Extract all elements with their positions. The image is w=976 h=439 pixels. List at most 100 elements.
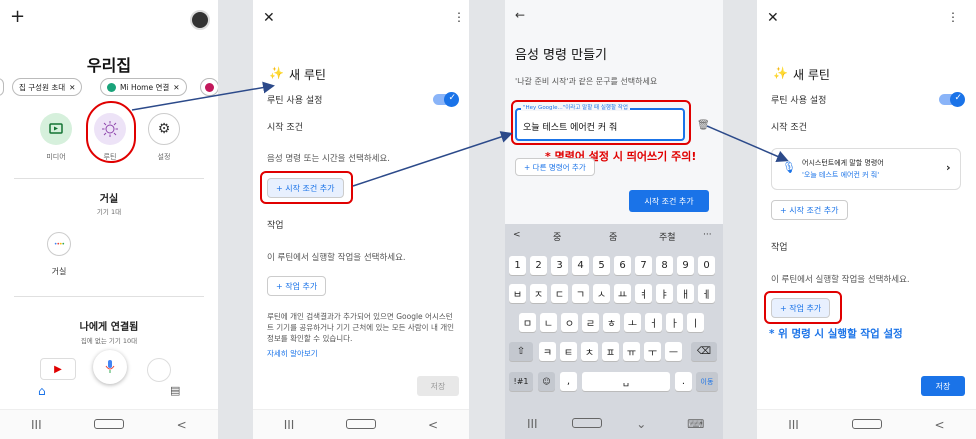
learn-more-link[interactable]: 자세히 알아보기 <box>267 348 318 359</box>
home-nav-icon[interactable] <box>851 418 882 432</box>
voice-command-card[interactable]: 🎙 어시스턴트에게 말할 명령어 '오늘 테스트 에어컨 커 줘' › <box>771 148 961 190</box>
key[interactable]: ㅅ <box>593 284 610 303</box>
suggestion[interactable]: 중 <box>553 230 561 243</box>
backspace-key[interactable]: ⌫ <box>691 342 717 361</box>
key[interactable]: ㅑ <box>656 284 673 303</box>
close-icon[interactable]: ✕ <box>767 10 779 26</box>
save-button[interactable]: 저장 <box>921 376 965 396</box>
key[interactable]: ㅁ <box>519 313 536 332</box>
home-nav-icon[interactable] <box>346 418 376 432</box>
key[interactable]: ㅋ <box>539 342 556 361</box>
add-condition-button[interactable]: 시작 조건 추가 <box>629 190 709 212</box>
device-partial[interactable] <box>147 358 171 382</box>
recent-apps-icon[interactable]: III <box>274 418 304 432</box>
key[interactable]: ㅐ <box>677 284 694 303</box>
comma-key[interactable]: , <box>560 372 577 391</box>
chip-invite[interactable]: 집 구성원 초대 ✕ <box>12 78 83 96</box>
close-icon[interactable]: ✕ <box>263 10 275 26</box>
key[interactable]: 8 <box>656 256 673 275</box>
speaker-device[interactable]: •••• <box>47 232 71 256</box>
key[interactable]: ㅡ <box>665 342 682 361</box>
close-icon[interactable]: ✕ <box>173 83 179 92</box>
recent-apps-icon[interactable]: III <box>779 418 809 432</box>
symbols-key[interactable]: !#1 <box>509 372 533 391</box>
period-key[interactable]: . <box>675 372 692 391</box>
more-icon[interactable]: ⋮ <box>453 10 465 24</box>
key[interactable]: ㅏ <box>666 313 683 332</box>
key[interactable]: ㅊ <box>581 342 598 361</box>
key[interactable]: 5 <box>593 256 610 275</box>
suggestion[interactable]: 줌 <box>609 230 617 243</box>
more-icon[interactable]: ⋮ <box>947 10 959 24</box>
delete-icon[interactable]: 🗑 <box>697 120 710 131</box>
add-other-command-button[interactable]: + 다른 명령어 추가 <box>515 158 595 176</box>
save-button[interactable]: 저장 <box>417 376 459 396</box>
settings-label: 설정 <box>157 153 171 161</box>
more-suggestions[interactable]: ··· <box>703 230 712 240</box>
mic-button[interactable] <box>93 350 127 384</box>
system-nav-bar: III ⌄ ⌨ <box>505 409 723 439</box>
keyboard-hide-icon[interactable]: ⌄ <box>626 417 656 431</box>
keyboard-icon[interactable]: ⌨ <box>681 417 711 431</box>
key[interactable]: ㅛ <box>614 284 631 303</box>
recent-apps-icon[interactable]: III <box>21 418 51 432</box>
enable-toggle[interactable]: ✓ <box>433 92 459 107</box>
key[interactable]: 7 <box>635 256 652 275</box>
enter-key[interactable]: 이동 <box>696 372 718 391</box>
key[interactable]: 6 <box>614 256 631 275</box>
key[interactable]: ㅇ <box>561 313 578 332</box>
routine-title: 새 루틴 <box>289 68 326 82</box>
emoji-key[interactable]: ☺ <box>538 372 555 391</box>
key[interactable]: ㅕ <box>635 284 652 303</box>
key[interactable]: ㄴ <box>540 313 557 332</box>
home-nav-icon[interactable] <box>93 418 124 432</box>
key[interactable]: ㄱ <box>572 284 589 303</box>
suggestion[interactable]: 주철 <box>659 230 676 243</box>
enable-toggle[interactable]: ✓ <box>939 92 965 107</box>
add-icon[interactable]: + <box>10 6 25 27</box>
key[interactable]: ㅎ <box>603 313 620 332</box>
key[interactable]: 4 <box>572 256 589 275</box>
key[interactable]: 1 <box>509 256 526 275</box>
back-nav-icon[interactable]: < <box>925 418 955 432</box>
key[interactable]: ㅗ <box>624 313 641 332</box>
key[interactable]: 9 <box>677 256 694 275</box>
chip-mihome[interactable]: Mi Home 연결 ✕ <box>100 78 187 96</box>
key[interactable]: ㅂ <box>509 284 526 303</box>
media-shortcut[interactable] <box>40 113 72 145</box>
close-icon[interactable]: ✕ <box>69 83 75 92</box>
avatar[interactable] <box>190 10 210 30</box>
key[interactable]: 0 <box>698 256 715 275</box>
space-icon: ␣ <box>622 376 630 387</box>
suggestion-collapse[interactable]: < <box>513 230 521 240</box>
home-nav-icon[interactable] <box>571 417 602 431</box>
add-action-button[interactable]: + 작업 추가 <box>267 276 327 296</box>
key[interactable]: ㅠ <box>623 342 640 361</box>
key[interactable]: ㅍ <box>602 342 619 361</box>
key[interactable]: ㅓ <box>645 313 662 332</box>
key[interactable]: ㅔ <box>698 284 715 303</box>
key[interactable]: 2 <box>530 256 547 275</box>
shift-key[interactable]: ⇧ <box>509 342 533 361</box>
key[interactable]: ㄹ <box>582 313 599 332</box>
back-nav-icon[interactable]: < <box>167 418 197 432</box>
back-nav-icon[interactable]: < <box>418 418 448 432</box>
feed-tab-icon[interactable]: ▤ <box>170 384 180 397</box>
key[interactable]: ㄷ <box>551 284 568 303</box>
key[interactable]: ㅣ <box>687 313 704 332</box>
recent-apps-icon[interactable]: III <box>517 417 547 431</box>
settings-shortcut[interactable]: ⚙ <box>148 113 180 145</box>
key[interactable]: ㅈ <box>530 284 547 303</box>
mic-icon <box>105 360 115 373</box>
home-tab-icon[interactable]: ⌂ <box>38 384 46 398</box>
key[interactable]: ㅌ <box>560 342 577 361</box>
youtube-device[interactable]: ▶ <box>40 358 76 380</box>
back-arrow-icon[interactable]: ← <box>515 8 525 22</box>
key[interactable]: ㅜ <box>644 342 661 361</box>
space-key[interactable]: ␣ <box>582 372 670 391</box>
chip-partial[interactable] <box>0 78 4 96</box>
key[interactable]: 3 <box>551 256 568 275</box>
chip-more[interactable] <box>200 78 218 96</box>
voice-command-screen: ← 음성 명령 만들기 '나갈 준비 시작'과 같은 문구를 선택하세요 "He… <box>505 0 723 439</box>
add-start-condition-button[interactable]: + 시작 조건 추가 <box>771 200 848 220</box>
